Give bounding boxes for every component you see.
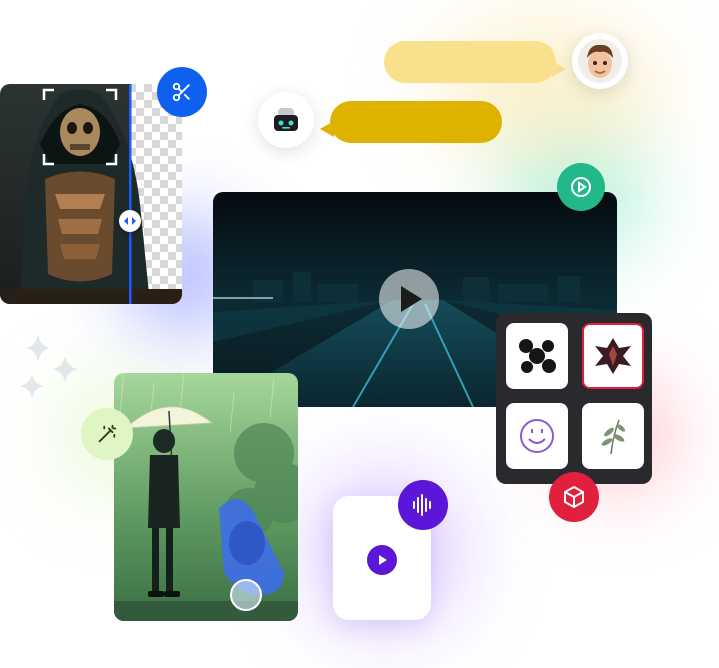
hooded-knight-image [0, 84, 182, 304]
robot-icon [274, 108, 298, 131]
cube-icon [564, 486, 584, 508]
audio-button[interactable] [398, 480, 448, 530]
play-video-button[interactable] [557, 163, 605, 211]
black-blob-icon [519, 339, 556, 373]
ai-image-edit-card[interactable] [114, 373, 298, 621]
crystal-flower-icon [595, 338, 631, 374]
scissors-icon [172, 82, 190, 102]
leaf-branch-icon [601, 419, 626, 455]
asset-tile-smiley-ring[interactable] [506, 403, 568, 469]
magic-edit-button[interactable] [81, 408, 133, 460]
asset-tile-dark-crystal[interactable] [582, 323, 644, 389]
cut-button[interactable] [157, 67, 207, 117]
user-avatar [572, 33, 628, 89]
audio-wave-icon [413, 494, 431, 516]
user-chat-bubble [384, 41, 566, 83]
umbrella-girl-image [114, 373, 298, 621]
3d-model-button[interactable] [549, 472, 599, 522]
audio-play-button[interactable] [367, 545, 397, 575]
3d-asset-grid [496, 313, 652, 484]
magic-wand-icon [98, 424, 117, 443]
bot-avatar [258, 92, 314, 148]
sparkles-icon [20, 334, 78, 398]
play-icon [379, 555, 387, 565]
bot-chat-bubble [320, 101, 502, 143]
selection-brush-cursor[interactable] [230, 579, 262, 611]
asset-tile-black-molecule[interactable] [506, 323, 568, 389]
background-removal-card[interactable] [0, 84, 182, 304]
left-right-arrows-icon [124, 217, 136, 225]
play-circle-icon [571, 177, 591, 197]
memoji-avatar-icon [578, 39, 622, 83]
asset-tile-leaf-branch[interactable] [582, 403, 644, 469]
smiley-ring-icon [520, 419, 554, 453]
split-slider-handle[interactable] [119, 210, 141, 232]
